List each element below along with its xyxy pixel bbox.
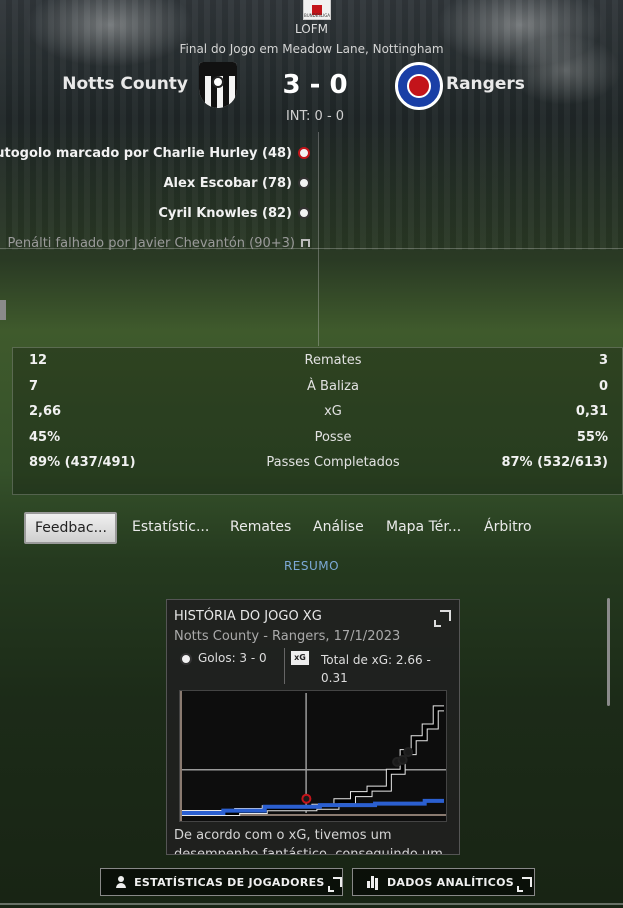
- stat-row-xg: 2,66 xG 0,31: [29, 404, 608, 419]
- external-link-icon: [327, 877, 342, 892]
- goal-marker-icon: [397, 754, 408, 765]
- goal-marker-icon: [403, 747, 414, 758]
- side-marker: [0, 300, 6, 320]
- event-missed-penalty[interactable]: Penálti falhado por Javier Chevantón (90…: [0, 228, 318, 258]
- league-logo: BUNDESLIGA: [303, 0, 331, 20]
- person-icon: [115, 876, 127, 888]
- own-goal-icon: [298, 147, 310, 159]
- tab-referee[interactable]: Árbitro: [484, 512, 532, 544]
- stat-row-shots: 12 Remates 3: [29, 353, 608, 368]
- league-name: LOFM: [295, 22, 328, 36]
- match-stats-panel: 12 Remates 3 7 À Baliza 0 2,66 xG 0,31 4…: [12, 347, 623, 495]
- goals-summary: Golos: 3 - 0: [198, 651, 267, 665]
- xg-history-card: HISTÓRIA DO JOGO XG Notts County - Range…: [166, 599, 460, 855]
- tab-statistics[interactable]: Estatístic...: [132, 512, 209, 544]
- tab-heat-map[interactable]: Mapa Tér...: [386, 512, 461, 544]
- stat-row-on-target: 7 À Baliza 0: [29, 379, 608, 394]
- stat-row-passes: 89% (437/491) Passes Completados 87% (53…: [29, 455, 608, 470]
- half-time-score: INT: 0 - 0: [285, 109, 345, 124]
- event-goal[interactable]: Cyril Knowles (82): [0, 198, 318, 228]
- match-score: 3 - 0: [282, 70, 348, 100]
- away-team-name[interactable]: Rangers: [446, 74, 525, 94]
- card-title: HISTÓRIA DO JOGO XG: [174, 609, 322, 624]
- xg-icon: xG: [291, 651, 309, 665]
- xg-chart[interactable]: [179, 690, 447, 822]
- analytics-button[interactable]: DADOS ANALÍTICOS: [352, 868, 535, 896]
- tab-shots[interactable]: Remates: [230, 512, 291, 544]
- home-team-name[interactable]: Notts County: [40, 74, 188, 94]
- event-goal[interactable]: Alex Escobar (78): [0, 168, 318, 198]
- match-venue: Final do Jogo em Meadow Lane, Nottingham: [179, 42, 444, 56]
- tab-feedback[interactable]: Feedbac...: [24, 512, 117, 544]
- xg-chart-svg: [180, 691, 446, 821]
- match-events: Autogolo marcado por Charlie Hurley (48)…: [0, 138, 318, 258]
- events-divider: [318, 132, 319, 346]
- bar-chart-icon: [367, 876, 379, 888]
- pitch-line-bottom: [0, 903, 623, 905]
- card-description: De acordo com o xG, tivemos um desempenh…: [174, 828, 443, 855]
- goal-ball-icon: [298, 207, 310, 219]
- scrollbar[interactable]: [607, 598, 610, 706]
- player-stats-button[interactable]: ESTATÍSTICAS DE JOGADORES: [100, 868, 343, 896]
- card-divider: [284, 648, 285, 684]
- away-team-crest[interactable]: [395, 62, 443, 110]
- external-link-icon: [516, 877, 532, 892]
- tab-analysis[interactable]: Análise: [313, 512, 364, 544]
- event-own-goal[interactable]: Autogolo marcado por Charlie Hurley (48): [0, 138, 318, 168]
- home-team-crest[interactable]: [199, 62, 237, 108]
- expand-icon[interactable]: [434, 610, 451, 627]
- xg-total: Total de xG: 2.66 - 0.31: [321, 653, 431, 685]
- goal-ball-icon: [180, 653, 192, 665]
- goal-ball-icon: [298, 177, 310, 189]
- goal-marker-icon: [301, 793, 312, 804]
- missed-penalty-icon: [301, 239, 310, 247]
- card-subtitle: Notts County - Rangers, 17/1/2023: [174, 629, 401, 644]
- stat-row-possession: 45% Posse 55%: [29, 430, 608, 445]
- section-label-summary: RESUMO: [283, 559, 340, 573]
